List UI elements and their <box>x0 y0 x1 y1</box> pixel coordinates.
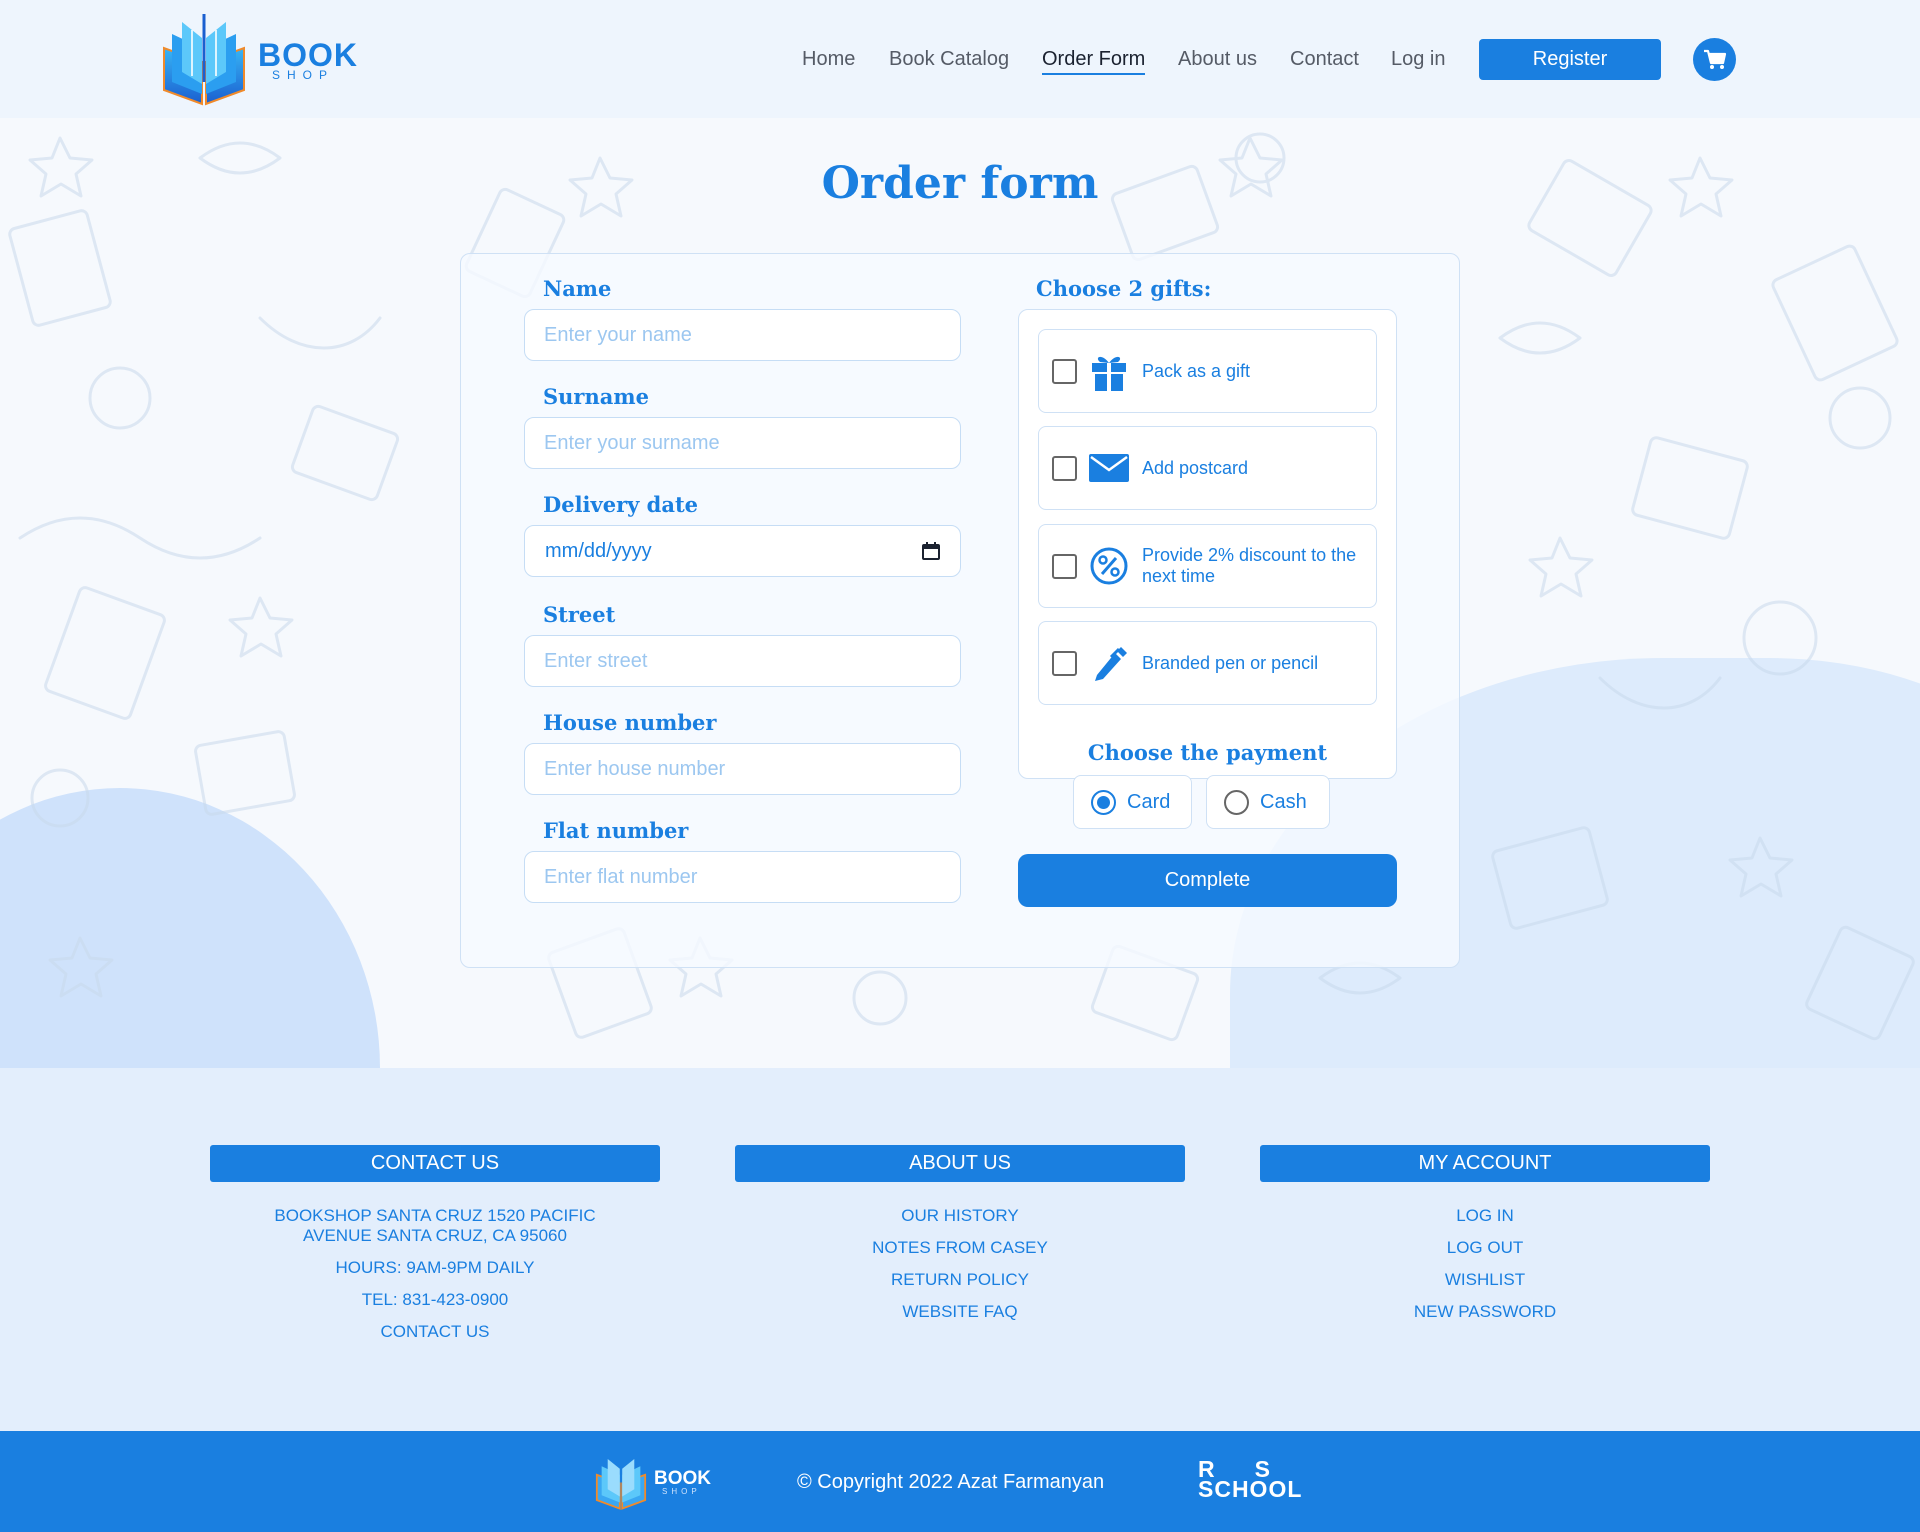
footer-link-log-in[interactable]: LOG IN <box>1260 1206 1710 1226</box>
footer-logo-book: BOOK <box>654 1467 711 1489</box>
footer-heading: ABOUT US <box>735 1145 1185 1182</box>
cash-radio[interactable] <box>1224 789 1249 815</box>
footer-column-account: MY ACCOUNT LOG IN LOG OUT WISHLIST NEW P… <box>1260 1145 1710 1334</box>
nav-log-in[interactable]: Log in <box>1391 48 1446 71</box>
nav-book-catalog[interactable]: Book Catalog <box>889 48 1009 71</box>
footer-link-faq[interactable]: WEBSITE FAQ <box>735 1302 1185 1322</box>
footer-logo-shop: SHOP <box>662 1486 701 1496</box>
rs-logo-bottom: SCHOOL <box>1198 1476 1303 1502</box>
book-logo-icon <box>595 1459 647 1510</box>
footer-link-address[interactable]: BOOKSHOP SANTA CRUZ 1520 PACIFIC AVENUE … <box>210 1206 660 1246</box>
footer-column-about: ABOUT US OUR HISTORY NOTES FROM CASEY RE… <box>735 1145 1185 1334</box>
footer-logo[interactable]: BOOK SHOP <box>592 1451 711 1513</box>
gifts-box: Pack as a gift Add postcard Provide 2% d… <box>1018 309 1397 779</box>
gift-checkbox[interactable] <box>1052 455 1077 481</box>
gift-label: Provide 2% discount to the next time <box>1142 545 1357 586</box>
surname-input[interactable] <box>524 417 961 469</box>
footer-link-tel[interactable]: TEL: 831-423-0900 <box>210 1290 660 1310</box>
gifts-label: Choose 2 gifts: <box>1036 276 1212 301</box>
delivery-date-value: mm/dd/yyyy <box>545 539 652 562</box>
street-label: Street <box>543 602 616 627</box>
delivery-date-label: Delivery date <box>543 492 699 517</box>
surname-label: Surname <box>543 384 649 409</box>
card-label: Card <box>1127 790 1171 813</box>
nav-order-form[interactable]: Order Form <box>1042 48 1146 75</box>
footer-column-contact: CONTACT US BOOKSHOP SANTA CRUZ 1520 PACI… <box>210 1145 660 1354</box>
gift-checkbox[interactable] <box>1052 553 1077 579</box>
footer-link-wishlist[interactable]: WISHLIST <box>1260 1270 1710 1290</box>
gift-label: Add postcard <box>1142 457 1249 478</box>
nav-contact[interactable]: Contact <box>1290 48 1359 71</box>
register-button[interactable]: Register <box>1479 39 1661 80</box>
footer-heading: CONTACT US <box>210 1145 660 1182</box>
name-input[interactable] <box>524 309 961 361</box>
header: BOOK SHOP Home Book Catalog Order Form A… <box>0 0 1920 118</box>
gift-option-pen[interactable]: Branded pen or pencil <box>1038 621 1377 705</box>
footer-heading: MY ACCOUNT <box>1260 1145 1710 1182</box>
page-title: Order form <box>821 158 1099 209</box>
street-input[interactable] <box>524 635 961 687</box>
footer-link-log-out[interactable]: LOG OUT <box>1260 1238 1710 1258</box>
footer-link-hours[interactable]: HOURS: 9AM-9PM DAILY <box>210 1258 660 1278</box>
cash-label: Cash <box>1260 790 1307 813</box>
gift-label: Branded pen or pencil <box>1142 652 1319 673</box>
pen-icon <box>1089 643 1129 683</box>
delivery-date-input[interactable]: mm/dd/yyyy <box>524 525 961 577</box>
cart-button[interactable] <box>1693 38 1736 81</box>
complete-button[interactable]: Complete <box>1018 854 1397 907</box>
footer-link-contact[interactable]: CONTACT US <box>210 1322 660 1342</box>
bottom-bar: BOOK SHOP © Copyright 2022 Azat Farmanya… <box>0 1431 1920 1532</box>
gift-option-discount[interactable]: Provide 2% discount to the next time <box>1038 524 1377 608</box>
rs-school-logo[interactable]: RS SCHOOL <box>1198 1458 1310 1502</box>
footer-links: CONTACT US BOOKSHOP SANTA CRUZ 1520 PACI… <box>0 1068 1920 1431</box>
payment-option-card[interactable]: Card <box>1073 775 1192 829</box>
gift-option-pack[interactable]: Pack as a gift <box>1038 329 1377 413</box>
gift-icon <box>1089 351 1129 391</box>
calendar-icon[interactable] <box>922 542 940 560</box>
footer-link-history[interactable]: OUR HISTORY <box>735 1206 1185 1226</box>
copyright-text: © Copyright 2022 Azat Farmanyan <box>797 1471 1105 1493</box>
footer-link-return-policy[interactable]: RETURN POLICY <box>735 1270 1185 1290</box>
name-label: Name <box>543 276 612 301</box>
order-form: Name Surname Delivery date mm/dd/yyyy St… <box>460 253 1460 968</box>
footer-link-notes[interactable]: NOTES FROM CASEY <box>735 1238 1185 1258</box>
nav-about-us[interactable]: About us <box>1178 48 1257 71</box>
card-radio[interactable] <box>1091 789 1116 815</box>
envelope-icon <box>1089 448 1129 488</box>
gift-option-postcard[interactable]: Add postcard <box>1038 426 1377 510</box>
cart-icon <box>1703 49 1726 69</box>
percent-icon <box>1089 546 1129 586</box>
house-number-input[interactable] <box>524 743 961 795</box>
gift-label: Pack as a gift <box>1142 360 1251 381</box>
gift-checkbox[interactable] <box>1052 650 1077 676</box>
payment-label: Choose the payment <box>1087 740 1328 765</box>
nav-home[interactable]: Home <box>802 48 855 71</box>
footer-link-new-password[interactable]: NEW PASSWORD <box>1260 1302 1710 1322</box>
payment-option-cash[interactable]: Cash <box>1206 775 1330 829</box>
flat-number-label: Flat number <box>543 818 689 843</box>
gift-checkbox[interactable] <box>1052 358 1077 384</box>
flat-number-input[interactable] <box>524 851 961 903</box>
house-number-label: House number <box>543 710 717 735</box>
